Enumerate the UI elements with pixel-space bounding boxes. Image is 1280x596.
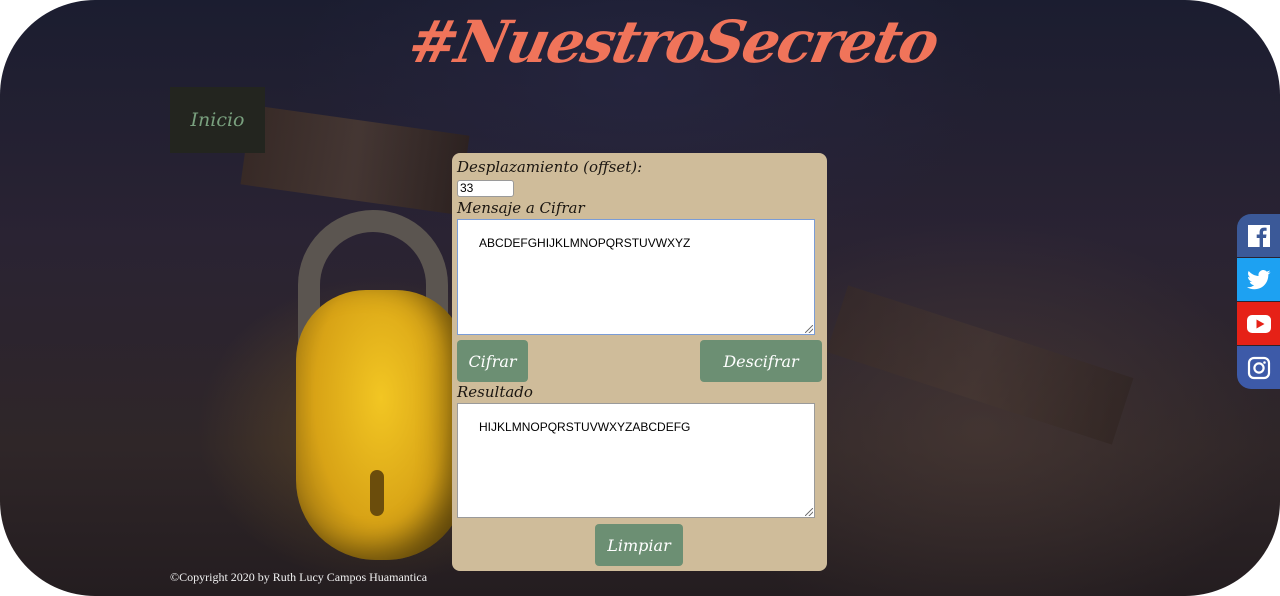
result-text: HIJKLMNOPQRSTUVWXYZABCDEFG	[479, 420, 691, 434]
encrypt-button[interactable]: Cifrar	[457, 340, 528, 382]
result-label: Resultado	[457, 383, 533, 401]
cipher-form-panel: Desplazamiento (offset): 33 Mensaje a Ci…	[452, 153, 827, 571]
decrypt-button-label: Descifrar	[723, 351, 799, 371]
instagram-link[interactable]	[1237, 346, 1280, 389]
copyright-text: ©Copyright 2020 by Ruth Lucy Campos Huam…	[170, 570, 428, 584]
background-door-plank	[826, 285, 1134, 445]
facebook-link[interactable]	[1237, 214, 1280, 257]
message-text: ABCDEFGHIJKLMNOPQRSTUVWXYZ	[479, 236, 691, 250]
youtube-link[interactable]	[1237, 302, 1280, 345]
clear-button-label: Limpiar	[607, 535, 671, 555]
padlock-image	[296, 290, 466, 560]
nav-inicio-link[interactable]: Inicio	[170, 87, 265, 153]
instagram-icon	[1247, 356, 1270, 379]
offset-label: Desplazamiento (offset):	[457, 158, 643, 176]
nav-inicio-label: Inicio	[190, 109, 245, 131]
page-title: #NuestroSecreto	[402, 8, 944, 76]
message-label: Mensaje a Cifrar	[457, 199, 585, 217]
resize-grip-icon[interactable]	[805, 508, 813, 516]
facebook-icon	[1247, 224, 1270, 247]
padlock-keyhole-image	[370, 470, 384, 516]
youtube-icon	[1246, 314, 1271, 333]
twitter-icon	[1246, 269, 1271, 289]
result-textarea[interactable]: HIJKLMNOPQRSTUVWXYZABCDEFG	[457, 403, 815, 518]
clear-button[interactable]: Limpiar	[595, 524, 683, 566]
encrypt-button-label: Cifrar	[468, 351, 517, 371]
resize-grip-icon[interactable]	[805, 325, 813, 333]
twitter-link[interactable]	[1237, 258, 1280, 301]
decrypt-button[interactable]: Descifrar	[700, 340, 822, 382]
offset-input[interactable]: 33	[457, 180, 514, 197]
message-textarea[interactable]: ABCDEFGHIJKLMNOPQRSTUVWXYZ	[457, 219, 815, 335]
background-door-plank	[240, 105, 470, 215]
background-frame: #NuestroSecreto Inicio Desplazamiento (o…	[0, 0, 1280, 596]
